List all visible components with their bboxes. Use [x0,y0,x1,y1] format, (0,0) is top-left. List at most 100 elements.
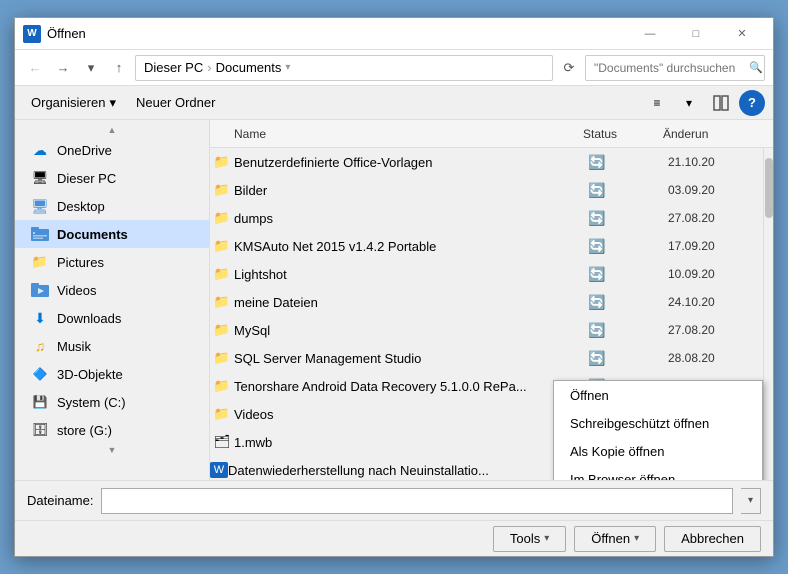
sidebar-label-musik: Musik [57,339,91,354]
file-item-7[interactable]: 📁 SQL Server Management Studio 🔄 28.08.2… [210,344,763,372]
file-item-0[interactable]: 📁 Benutzerdefinierte Office-Vorlagen 🔄 2… [210,148,763,176]
view-list-icon: ≡ [653,96,660,110]
sidebar-item-pictures[interactable]: 📁 Pictures [15,248,209,276]
file-date-2: 27.08.20 [668,211,763,225]
breadcrumb-separator: › [207,60,211,75]
open-button[interactable]: Öffnen ▾ [574,526,656,552]
folder-icon-2: 📁 [210,210,234,226]
file-item-3[interactable]: 📁 KMSAuto Net 2015 v1.4.2 Portable 🔄 17.… [210,232,763,260]
sidebar-scroll-up-arrow[interactable]: ▲ [15,124,209,136]
sidebar-label-store-g: store (G:) [57,423,112,438]
cancel-button[interactable]: Abbrechen [664,526,761,552]
tools-button[interactable]: Tools ▾ [493,526,566,552]
file-status-0: 🔄 [588,154,668,171]
folder-icon-3: 📁 [210,238,234,254]
dialog-title: Öffnen [47,26,627,41]
sidebar-label-pictures: Pictures [57,255,104,270]
file-status-7: 🔄 [588,350,668,367]
close-button[interactable]: ✕ [719,18,765,50]
context-menu-im-browser-label: Im Browser öffnen [570,472,675,481]
context-menu-schreibgeschuetzt[interactable]: Schreibgeschützt öffnen [554,409,762,437]
col-header-name: Name [210,127,583,141]
file-item-6[interactable]: 📁 MySql 🔄 27.08.20 [210,316,763,344]
sidebar-label-downloads: Downloads [57,311,121,326]
drive-g-icon: 🗄 [31,421,49,439]
folder-pictures-icon: 📁 [31,253,49,271]
file-date-5: 24.10.20 [668,295,763,309]
help-label: ? [748,95,756,110]
breadcrumb-dropdown[interactable]: ▾ [285,62,290,73]
sidebar-scroll-down-arrow[interactable]: ▼ [15,444,209,456]
pane-button[interactable] [707,90,735,116]
file-list-container: Name Status Änderun 📁 Benutzerdefinierte… [210,120,773,480]
open-label: Öffnen [591,531,630,546]
context-menu: Öffnen Schreibgeschützt öffnen Als Kopie… [553,380,763,480]
search-box[interactable]: 🔍 [585,55,765,81]
sidebar-item-3d-objekte[interactable]: 🔷 3D-Objekte [15,360,209,388]
file-scroll-thumb[interactable] [765,158,773,218]
maximize-button[interactable]: □ [673,18,719,50]
view-dropdown-button[interactable]: ▾ [675,90,703,116]
file-item-1[interactable]: 📁 Bilder 🔄 03.09.20 [210,176,763,204]
minimize-button[interactable]: — [627,18,673,50]
window-controls: — □ ✕ [627,18,765,50]
file-name-8: Tenorshare Android Data Recovery 5.1.0.0… [234,379,588,394]
filename-dropdown-icon: ▾ [748,495,753,506]
forward-button[interactable]: → [51,56,75,80]
sidebar-label-system-c: System (C:) [57,395,126,410]
new-folder-button[interactable]: Neuer Ordner [128,90,223,116]
organize-button[interactable]: Organisieren ▾ [23,90,124,116]
open-dialog: W Öffnen — □ ✕ ← → ▾ ↑ Dieser [14,17,774,557]
sidebar-item-system-c[interactable]: 💾 System (C:) [15,388,209,416]
folder-icon-9: 📁 [210,406,234,422]
sync-icon-6: 🔄 [588,322,605,339]
sidebar-item-videos[interactable]: Videos [15,276,209,304]
folder-documents-icon [31,225,49,243]
file-item-2[interactable]: 📁 dumps 🔄 27.08.20 [210,204,763,232]
back-icon: ← [29,60,42,75]
sidebar-item-store-g[interactable]: 🗄 store (G:) [15,416,209,444]
new-folder-label: Neuer Ordner [136,95,215,110]
sidebar-item-dieser-pc[interactable]: 🖥 Dieser PC [15,164,209,192]
filename-dropdown[interactable]: ▾ [741,488,761,514]
file-date-1: 03.09.20 [668,183,763,197]
close-icon: ✕ [737,27,746,40]
file-date-4: 10.09.20 [668,267,763,281]
sidebar-item-downloads[interactable]: ⬇ Downloads [15,304,209,332]
filename-input-container[interactable] [101,488,733,514]
tools-dropdown-icon: ▾ [544,533,549,544]
recent-locations-button[interactable]: ▾ [79,56,103,80]
sync-icon-7: 🔄 [588,350,605,367]
help-button[interactable]: ? [739,90,765,116]
breadcrumb[interactable]: Dieser PC › Documents ▾ [135,55,553,81]
context-menu-als-kopie-label: Als Kopie öffnen [570,444,664,459]
sidebar-item-onedrive[interactable]: ☁ OneDrive [15,136,209,164]
organize-dropdown-icon: ▾ [109,95,116,111]
context-menu-im-browser[interactable]: Im Browser öffnen [554,465,762,480]
back-button[interactable]: ← [23,56,47,80]
context-menu-als-kopie[interactable]: Als Kopie öffnen [554,437,762,465]
folder-icon-8: 📁 [210,378,234,394]
sidebar-item-desktop[interactable]: 🖥 Desktop [15,192,209,220]
folder-icon-5: 📁 [210,294,234,310]
file-name-3: KMSAuto Net 2015 v1.4.2 Portable [234,239,588,254]
pc-icon: 🖥 [31,169,49,187]
refresh-button[interactable]: ⟳ [557,56,581,80]
filename-input[interactable] [110,493,724,508]
file-date-3: 17.09.20 [668,239,763,253]
file-item-4[interactable]: 📁 Lightshot 🔄 10.09.20 [210,260,763,288]
open-dropdown-icon: ▾ [634,533,639,544]
sidebar-item-documents[interactable]: Documents [15,220,209,248]
file-date-0: 21.10.20 [668,155,763,169]
folder-icon-4: 📁 [210,266,234,282]
file-list-scrollbar[interactable] [763,148,773,480]
search-input[interactable] [594,61,749,75]
context-menu-oeffnen[interactable]: Öffnen [554,381,762,409]
sidebar-item-musik[interactable]: ♫ Musik [15,332,209,360]
view-list-button[interactable]: ≡ [643,90,671,116]
up-button[interactable]: ↑ [107,56,131,80]
file-date-6: 27.08.20 [668,323,763,337]
file-status-3: 🔄 [588,238,668,255]
music-icon: ♫ [31,337,49,355]
file-item-5[interactable]: 📁 meine Dateien 🔄 24.10.20 [210,288,763,316]
